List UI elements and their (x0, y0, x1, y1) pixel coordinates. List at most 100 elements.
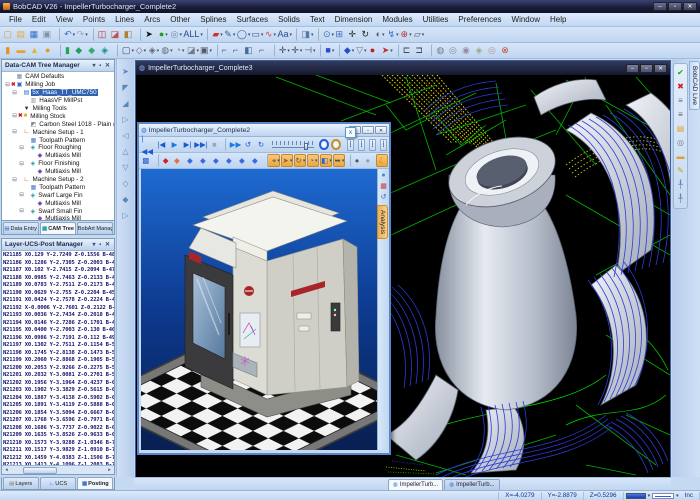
menu-item[interactable]: Utilities (418, 14, 454, 25)
mdi-restore-button[interactable]: ▫ (640, 64, 653, 73)
playback-button[interactable]: ▶▶| (194, 138, 207, 151)
nc-code-list[interactable]: N21185 X0.129 Y-2.7249 Z-0.1556 B-48.40N… (2, 251, 114, 465)
toolbar-button[interactable]: ⌐▾ (217, 44, 231, 57)
toolbar-button[interactable]: ⌐▾ (231, 44, 243, 57)
tree-node[interactable]: ⊟ ✖ ◩ Carbon Steel 1018 - Plain (100-125… (2, 120, 114, 128)
vertical-toolbar-button[interactable]: ◁ (122, 131, 128, 142)
dock-toolbar-button[interactable]: ▤ (677, 124, 685, 134)
vertical-toolbar-button[interactable]: ▷ (122, 211, 128, 222)
menu-item[interactable]: Help (545, 14, 571, 25)
scrollbar-thumb[interactable] (23, 467, 57, 474)
sim-strip-button[interactable]: ● (378, 172, 389, 179)
axis-slider[interactable]: ┇ (358, 139, 365, 151)
floating-close-button[interactable]: x (345, 127, 356, 138)
vertical-toolbar-button[interactable]: ◇ (122, 179, 128, 190)
dock-toolbar-button[interactable]: ◎ (677, 138, 684, 148)
toolbar-button[interactable]: ◔▾ (174, 44, 186, 57)
menu-item[interactable]: Arcs (139, 14, 165, 25)
slider-thumb[interactable] (304, 143, 308, 150)
scroll-right-arrow[interactable]: ▸ (105, 467, 114, 473)
tree-node[interactable]: ⊟ ✖ ◆ Multiaxis Mill (2, 152, 114, 160)
menu-item[interactable]: Other (165, 14, 195, 25)
mdi-minimize-button[interactable]: – (626, 64, 639, 73)
post-tab[interactable]: ∟UCS (40, 477, 76, 489)
display-button[interactable]: ●▾ (363, 154, 375, 167)
toolbar-button[interactable]: ◫▾ (93, 28, 110, 41)
toolbar-button[interactable]: ⊐▾ (415, 44, 427, 57)
toolbar-button[interactable]: ◎▾ (170, 28, 182, 41)
toolbar-button[interactable]: ✛▾ (274, 44, 290, 57)
expand-collapse-icon[interactable]: ⊟ (18, 192, 25, 198)
menu-item[interactable]: Surfaces (232, 14, 274, 25)
axis-slider[interactable]: ┇ (347, 139, 354, 151)
sim-restore-button[interactable]: ▫ (362, 126, 374, 134)
toolbar-button[interactable]: ↯▾ (387, 28, 399, 41)
document-tab[interactable]: ◍ImpellerTurb... (388, 479, 443, 490)
toolbar-button[interactable]: ⊙▾ (318, 28, 334, 41)
horizontal-scrollbar[interactable]: ◂ ▸ (2, 465, 114, 474)
playback-button[interactable]: ▶ (168, 138, 180, 151)
expand-collapse-icon[interactable]: ⊟ (18, 145, 25, 151)
line-style-picker[interactable] (652, 493, 674, 499)
toolbar-button[interactable]: ✛▾ (291, 44, 303, 57)
tab-bobcad-live[interactable]: BobCAD Live (689, 61, 700, 110)
toolbar-button[interactable]: ⊗▾ (501, 44, 513, 57)
toolbar-button[interactable]: ●▾ (157, 28, 169, 41)
toolbar-button[interactable]: ◯▾ (237, 28, 251, 41)
toolbar-button[interactable]: ▢▾ (4, 28, 16, 41)
toolbar-button[interactable]: ▣▾ (43, 28, 55, 41)
spindle-gauge-icon[interactable] (319, 139, 329, 150)
toolbar-button[interactable]: ◈▾ (100, 44, 112, 57)
menu-item[interactable]: View (51, 14, 78, 25)
toolbar-button[interactable]: ◆▾ (87, 44, 99, 57)
expand-collapse-icon[interactable]: ⊟ (11, 113, 18, 119)
toolbar-button[interactable]: ◧▾ (124, 28, 136, 41)
tree-node[interactable]: ⊟ ✖ ▣ Milling Job (2, 81, 114, 89)
menu-item[interactable]: Dimension (330, 14, 378, 25)
expand-collapse-icon[interactable]: ⊟ (11, 90, 18, 96)
display-button[interactable]: ▩▾ (142, 154, 154, 167)
toolbar-button[interactable]: ▦▾ (30, 28, 42, 41)
toolbar-button[interactable]: ⊣▾ (304, 44, 316, 57)
document-tab[interactable]: ◍ImpellerTurb... (444, 479, 499, 490)
sim-strip-button[interactable]: ↺ (378, 193, 389, 201)
dock-toolbar-button[interactable]: ✎ (677, 166, 684, 176)
toolbar-button[interactable]: ∿▾ (264, 28, 276, 41)
toolbar-button[interactable]: ◍▾ (161, 44, 173, 57)
expand-collapse-icon[interactable]: ⊟ (4, 82, 11, 88)
menu-item[interactable]: Edit (27, 14, 51, 25)
sim-close-button[interactable]: ✕ (375, 126, 387, 134)
tree-node[interactable]: ⊟ ✖ ▦ Toolpath Pattern (2, 183, 114, 191)
vertical-toolbar-button[interactable]: ➤ (122, 67, 129, 78)
menu-item[interactable]: Points (78, 14, 110, 25)
dock-toolbar-button[interactable]: ╀ (678, 180, 683, 190)
tree-node[interactable]: ⊟ ✖ ▦ Toolpath Pattern (2, 136, 114, 144)
toolbar-button[interactable]: ▢▾ (117, 44, 134, 57)
expand-collapse-icon[interactable]: ⊟ (18, 208, 25, 214)
panel-header-buttons[interactable]: ▾ ▪ ✕ (93, 62, 112, 69)
toolbar-button[interactable]: ⊕▾ (400, 28, 412, 41)
display-button[interactable]: ◆▾ (212, 154, 224, 167)
menu-item[interactable]: Text (305, 14, 330, 25)
post-tab[interactable]: ▤Layers (3, 477, 39, 489)
toolbar-button[interactable]: ◧▾ (244, 44, 256, 57)
machine-sim-viewport[interactable] (141, 169, 377, 450)
toolbar-button[interactable]: ■▾ (320, 44, 334, 57)
toolbar-button[interactable]: ▬▾ (17, 44, 30, 57)
dock-toolbar-button[interactable]: ▬ (677, 152, 685, 162)
display-button[interactable]: ◆▾ (186, 154, 198, 167)
tree-node[interactable]: ⊟ ✖ ▦ CAM Defaults (2, 73, 114, 81)
tree-node[interactable]: ⊟ ✖ ∟ Machine Setup - 2 (2, 176, 114, 184)
playback-button[interactable]: ↻ (255, 138, 267, 151)
menu-item[interactable]: Modules (377, 14, 417, 25)
tree-node[interactable]: ⊟ ✖ ■ Milling Stock (2, 112, 114, 120)
toolbar-button[interactable]: ▱▾ (413, 28, 425, 41)
post-tab[interactable]: ▦Posting (77, 477, 113, 489)
sim-strip-button[interactable]: ▦ (378, 182, 389, 190)
close-button[interactable]: ✕ (683, 2, 697, 11)
toolbar-button[interactable]: ◪▾ (187, 44, 199, 57)
toolbar-button[interactable]: ↷▾ (76, 28, 88, 41)
toolbar-button[interactable]: ◈▾ (475, 44, 487, 57)
menu-item[interactable]: Window (507, 14, 545, 25)
vertical-toolbar-button[interactable]: ◢ (122, 99, 128, 110)
